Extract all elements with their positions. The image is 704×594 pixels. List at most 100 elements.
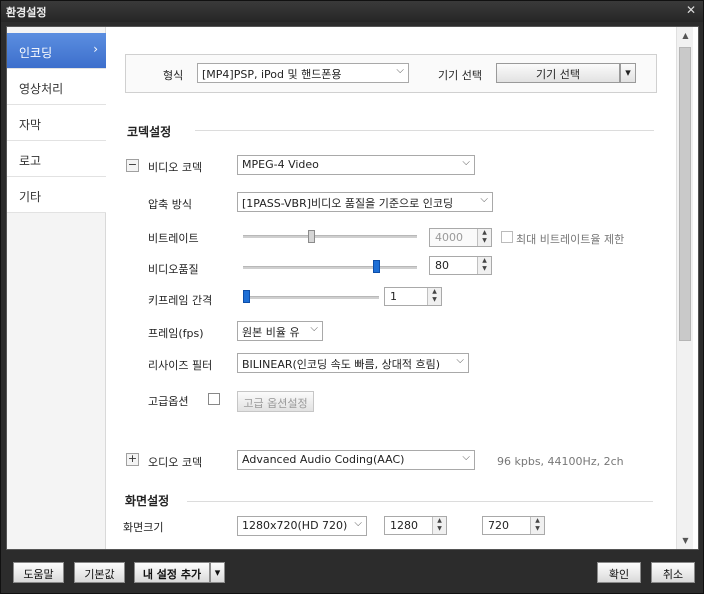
spin-down-icon[interactable]: ▼ (428, 296, 441, 304)
format-value: [MP4]PSP, iPod 및 핸드폰용 (202, 68, 342, 81)
sidebar-item-label: 인코딩 (19, 46, 53, 60)
add-preset-dropdown-button[interactable]: ▾ (210, 562, 225, 583)
dialog-body: 인코딩 › 영상처리 자막 로고 기타 형식 [MP4]PSP, iPod 및 … (6, 26, 699, 550)
device-label: 기기 선택 (438, 69, 482, 82)
keyframe-label: 키프레임 간격 (148, 294, 213, 307)
screen-size-select[interactable]: 1280x720(HD 720) ⌵ (237, 516, 367, 536)
spin-down-icon[interactable]: ▼ (531, 525, 544, 533)
video-codec-label: 비디오 코덱 (148, 161, 203, 174)
sidebar-item-etc[interactable]: 기타 (7, 177, 106, 213)
video-quality-slider-thumb[interactable] (373, 260, 380, 273)
format-select[interactable]: [MP4]PSP, iPod 및 핸드폰용 ⌵ (197, 63, 409, 83)
scroll-down-icon[interactable]: ▼ (677, 532, 694, 549)
sidebar-item-label: 기타 (19, 190, 42, 204)
add-preset-button[interactable]: 내 설정 추가 (134, 562, 210, 583)
window-title: 환경설정 (6, 6, 47, 19)
format-row: 형식 [MP4]PSP, iPod 및 핸드폰용 ⌵ 기기 선택 기기 선택 ▾ (125, 54, 657, 93)
spinner-arrows-icon[interactable]: ▲ ▼ (427, 288, 441, 305)
sidebar-item-label: 영상처리 (19, 82, 64, 96)
chevron-down-icon: ⌵ (354, 518, 362, 529)
close-icon[interactable]: ✕ (686, 3, 696, 17)
width-spinner[interactable]: 1280 ▲ ▼ (384, 516, 447, 535)
framerate-select[interactable]: 원본 비율 유 ⌵ (237, 321, 323, 341)
advanced-options-label: 고급옵션 (148, 395, 189, 408)
sidebar-item-label: 로고 (19, 154, 42, 168)
sidebar-item-logo[interactable]: 로고 (7, 141, 106, 177)
chevron-down-icon: ⌵ (456, 355, 464, 366)
help-button[interactable]: 도움말 (13, 562, 64, 583)
keyframe-slider-thumb[interactable] (243, 290, 250, 303)
chevron-right-icon: › (93, 42, 98, 56)
video-quality-spinner[interactable]: 80 ▲ ▼ (429, 256, 492, 275)
spin-down-icon[interactable]: ▼ (478, 237, 491, 245)
chevron-down-icon: ⌵ (462, 452, 470, 463)
title-bar[interactable]: 환경설정 ✕ (1, 1, 703, 22)
vertical-scrollbar[interactable]: ▲ ▼ (676, 27, 693, 549)
video-codec-select[interactable]: MPEG-4 Video ⌵ (237, 155, 475, 175)
screen-size-label: 화면크기 (123, 521, 164, 534)
section-divider (187, 501, 653, 502)
spin-down-icon[interactable]: ▼ (478, 265, 491, 273)
default-button[interactable]: 기본값 (74, 562, 125, 583)
spin-up-icon[interactable]: ▲ (531, 517, 544, 525)
spinner-arrows-icon[interactable]: ▲ ▼ (477, 229, 491, 246)
keyframe-slider[interactable] (243, 296, 379, 299)
video-quality-label: 비디오품질 (148, 263, 199, 276)
spin-up-icon[interactable]: ▲ (478, 257, 491, 265)
chevron-down-icon: ⌵ (480, 194, 488, 205)
video-quality-slider[interactable] (243, 266, 417, 269)
expand-audio-codec-button[interactable]: + (126, 453, 139, 466)
sidebar-item-video-processing[interactable]: 영상처리 (7, 69, 106, 105)
sidebar-item-subtitle[interactable]: 자막 (7, 105, 106, 141)
resize-filter-select[interactable]: BILINEAR(인코딩 속도 빠름, 상대적 흐림) ⌵ (237, 353, 469, 373)
spin-up-icon[interactable]: ▲ (478, 229, 491, 237)
bitrate-spinner[interactable]: 4000 ▲ ▼ (429, 228, 492, 247)
chevron-down-icon: ⌵ (462, 157, 470, 168)
ok-button[interactable]: 확인 (597, 562, 641, 583)
settings-window: 환경설정 ✕ 인코딩 › 영상처리 자막 로고 기타 형식 [MP4]PSP, … (0, 0, 704, 594)
device-dropdown-button[interactable]: ▾ (620, 63, 636, 83)
cancel-button[interactable]: 취소 (651, 562, 695, 583)
advanced-options-checkbox[interactable] (208, 393, 220, 405)
chevron-down-icon: ⌵ (396, 65, 404, 76)
spin-up-icon[interactable]: ▲ (433, 517, 446, 525)
video-codec-value: MPEG-4 Video (242, 158, 319, 171)
spinner-arrows-icon[interactable]: ▲ ▼ (432, 517, 446, 534)
section-divider (195, 130, 654, 131)
scrollbar-thumb[interactable] (679, 47, 691, 341)
chevron-down-icon: ⌵ (310, 323, 318, 334)
compression-value: [1PASS-VBR]비디오 품질을 기준으로 인코딩 (242, 197, 454, 210)
max-bitrate-checkbox[interactable] (501, 231, 513, 243)
bitrate-slider[interactable] (243, 235, 417, 238)
dropdown-arrow-icon: ▾ (214, 566, 221, 579)
height-spinner[interactable]: 720 ▲ ▼ (482, 516, 545, 535)
sidebar: 인코딩 › 영상처리 자막 로고 기타 (7, 27, 106, 549)
max-bitrate-label: 최대 비트레이트율 제한 (516, 233, 625, 246)
collapse-video-codec-button[interactable]: − (126, 159, 139, 172)
bitrate-slider-thumb[interactable] (308, 230, 315, 243)
screen-size-value: 1280x720(HD 720) (242, 519, 348, 532)
resize-filter-value: BILINEAR(인코딩 속도 빠름, 상대적 흐림) (242, 358, 441, 371)
compression-select[interactable]: [1PASS-VBR]비디오 품질을 기준으로 인코딩 ⌵ (237, 192, 493, 212)
spin-down-icon[interactable]: ▼ (433, 525, 446, 533)
audio-codec-select[interactable]: Advanced Audio Coding(AAC) ⌵ (237, 450, 475, 470)
bitrate-value: 4000 (435, 231, 463, 244)
format-label: 형식 (163, 69, 184, 82)
spin-up-icon[interactable]: ▲ (428, 288, 441, 296)
codec-section-heading: 코덱설정 (127, 125, 172, 139)
video-quality-value: 80 (435, 259, 449, 272)
audio-codec-value: Advanced Audio Coding(AAC) (242, 453, 405, 466)
sidebar-item-label: 자막 (19, 118, 42, 132)
keyframe-spinner[interactable]: 1 ▲ ▼ (384, 287, 442, 306)
spinner-arrows-icon[interactable]: ▲ ▼ (530, 517, 544, 534)
sidebar-item-encoding[interactable]: 인코딩 › (7, 33, 106, 69)
advanced-options-button[interactable]: 고급 옵션설정 (237, 391, 314, 412)
compression-label: 압축 방식 (148, 198, 192, 211)
device-select-button[interactable]: 기기 선택 (496, 63, 620, 83)
audio-codec-label: 오디오 코덱 (148, 456, 203, 469)
screen-section-heading: 화면설정 (125, 494, 170, 508)
scroll-up-icon[interactable]: ▲ (677, 27, 694, 44)
audio-codec-info: 96 kpbs, 44100Hz, 2ch (497, 455, 624, 468)
spinner-arrows-icon[interactable]: ▲ ▼ (477, 257, 491, 274)
framerate-label: 프레임(fps) (148, 327, 204, 340)
